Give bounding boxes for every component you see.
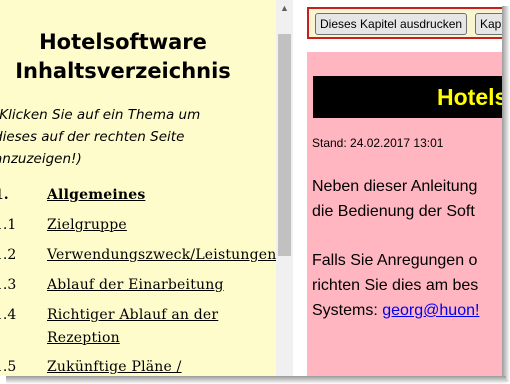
- scroll-up-icon[interactable]: ▲: [276, 0, 293, 17]
- toc-item-link[interactable]: Zielgruppe: [47, 214, 267, 237]
- chapter-banner: Hotels: [313, 76, 502, 118]
- content-pane: Dieses Kapitel ausdrucken Kap Hotels Sta…: [293, 0, 502, 376]
- content-toolbar: Dieses Kapitel ausdrucken Kap: [307, 7, 502, 39]
- toc-item-link[interactable]: Allgemeines: [47, 184, 267, 207]
- toc-item-number: 1.4: [0, 307, 17, 323]
- chapter-banner-title: Hotels: [437, 84, 502, 110]
- toc-item-number: 1.1: [0, 217, 17, 233]
- toc-hint-line2: dieses auf der rechten Seite: [0, 129, 185, 145]
- feedback-paragraph-line3: Systems: georg@huon!: [312, 298, 502, 323]
- print-chapter-button[interactable]: Dieses Kapitel ausdrucken: [315, 13, 468, 35]
- feedback-paragraph-line1: Falls Sie Anregungen o: [312, 252, 478, 269]
- toc-title: Hotelsoftware Inhaltsverzeichnis: [0, 28, 246, 86]
- toc-item-number: 1.2: [0, 247, 17, 263]
- chapter-button[interactable]: Kap: [475, 13, 502, 35]
- intro-paragraph-line1: Neben dieser Anleitung: [312, 178, 478, 195]
- toc-title-line2: Inhaltsverzeichnis: [15, 59, 231, 83]
- toc-item-link[interactable]: Richtiger Ablauf an der Rezeption: [47, 304, 267, 350]
- toc-item-number: 1.: [0, 187, 9, 203]
- app-window: Hotelsoftware Inhaltsverzeichnis (Klicke…: [0, 0, 502, 376]
- toc-title-line1: Hotelsoftware: [39, 30, 207, 54]
- toc-hint: (Klicken Sie auf ein Thema um dieses auf…: [0, 104, 224, 170]
- window-shadow-right: [502, 6, 510, 382]
- feedback-paragraph: Falls Sie Anregungen o richten Sie dies …: [312, 248, 502, 323]
- toc-hint-line3: anzuzeigen!): [0, 151, 82, 167]
- feedback-paragraph-line3-prefix: Systems:: [312, 302, 383, 319]
- toc-item-link-line2: Rezeption: [47, 330, 120, 346]
- toc-pane: Hotelsoftware Inhaltsverzeichnis (Klicke…: [0, 0, 276, 376]
- chapter-content: Hotels Stand: 24.02.2017 13:01 Neben die…: [307, 52, 502, 376]
- toc-hint-line1: (Klicken Sie auf ein Thema um: [0, 107, 201, 123]
- toc-item-link[interactable]: Verwendungszweck/Leistungen: [47, 244, 276, 267]
- toc-item-number: 1.3: [0, 277, 17, 293]
- toc-item-link[interactable]: Zukünftige Pläne /: [47, 356, 267, 376]
- intro-paragraph-line2: die Bedienung der Soft: [312, 203, 475, 220]
- window-shadow-bottom: [6, 376, 506, 384]
- last-updated-text: Stand: 24.02.2017 13:01: [312, 136, 444, 150]
- toc-item-link-line1: Richtiger Ablauf an der: [47, 307, 219, 323]
- contact-email-link[interactable]: georg@huon!: [382, 302, 479, 319]
- intro-paragraph: Neben dieser Anleitung die Bedienung der…: [312, 174, 502, 224]
- toc-scrollbar-thumb[interactable]: [278, 34, 291, 256]
- feedback-paragraph-line2: richten Sie dies am bes: [312, 277, 479, 294]
- toc-item-link[interactable]: Ablauf der Einarbeitung: [47, 274, 267, 297]
- toc-item-number: 1.5: [0, 359, 17, 375]
